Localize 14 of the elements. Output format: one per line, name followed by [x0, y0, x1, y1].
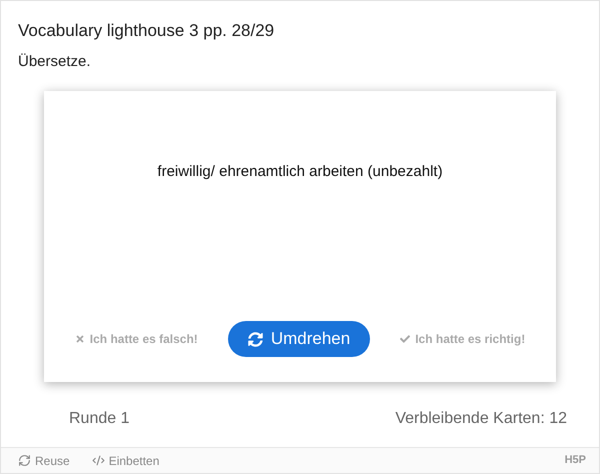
title: Vocabulary lighthouse 3 pp. 28/29	[18, 20, 276, 42]
instruction: Übersetze.	[18, 52, 92, 72]
refresh-icon	[18, 454, 31, 467]
flip-button[interactable]: Umdrehen	[228, 321, 370, 357]
card-text: freiwillig/ ehrenamtlich arbeiten (unbezahlt)	[157, 162, 443, 182]
refresh-icon	[248, 332, 263, 346]
logo: H5P	[564, 453, 586, 468]
check-icon	[400, 334, 410, 344]
cross-icon	[74, 334, 85, 344]
reuse-link[interactable]: Reuse	[18, 452, 70, 470]
code-icon	[92, 454, 105, 467]
embed-link[interactable]: Einbetten	[92, 452, 160, 470]
round-label: Runde 1	[69, 409, 130, 429]
remaining-cards: Verbleibende Karten: 12	[395, 407, 567, 431]
